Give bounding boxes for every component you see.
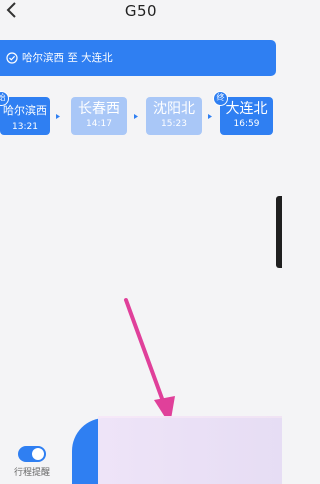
trip-reminder-toggle[interactable] (18, 446, 46, 462)
scrollbar[interactable] (276, 196, 282, 268)
annotation-arrow-icon (124, 298, 175, 425)
station-time: 15:23 (161, 119, 187, 129)
station-card-changchun-west[interactable]: 长春西 14:17 (71, 97, 127, 135)
header: G50 (0, 0, 282, 30)
station-time: 16:59 (233, 119, 260, 129)
station-name: 沈阳北 (153, 101, 195, 117)
station-card-shenyang-north[interactable]: 沈阳北 15:23 (146, 97, 202, 135)
station-time: 14:17 (86, 119, 112, 129)
connector-arrow-icon (208, 114, 212, 119)
connector-arrow-icon (134, 114, 138, 119)
route-label: 哈尔滨西 至 大连北 (22, 52, 113, 64)
station-name: 大连北 (225, 101, 268, 117)
toggle-knob (32, 448, 44, 460)
station-name: 哈尔滨西 (3, 104, 47, 117)
page-title: G50 (124, 2, 158, 20)
check-circle-icon (6, 52, 18, 64)
blurred-region (98, 416, 282, 484)
connector-arrow-icon (56, 114, 60, 119)
route-banner: 哈尔滨西 至 大连北 (0, 40, 276, 76)
station-card-dalian-north[interactable]: 大连北 16:59 (220, 97, 273, 135)
station-name: 长春西 (78, 101, 120, 117)
trip-reminder-label: 行程提醒 (14, 468, 51, 478)
station-time: 13:21 (12, 122, 38, 132)
end-badge: 终 (213, 91, 228, 106)
